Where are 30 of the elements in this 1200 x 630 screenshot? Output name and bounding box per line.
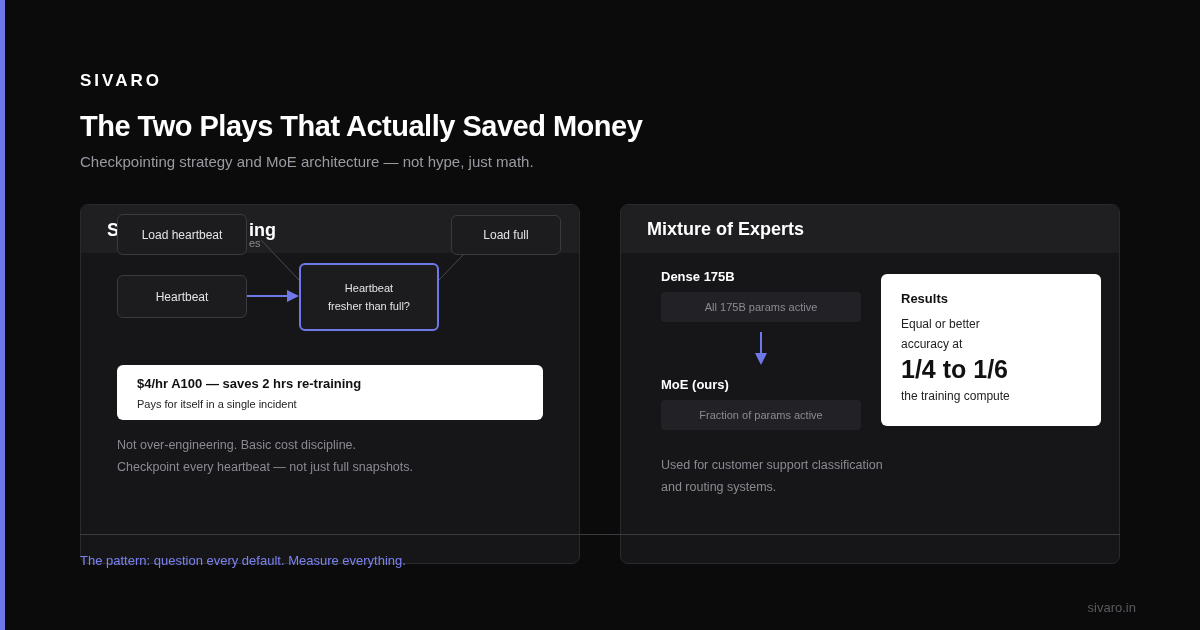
model-name: MoE (ours) [661, 376, 730, 394]
footer-note: The pattern: question every default. Measure everything. [80, 553, 406, 569]
flow-node: Heartbeat fresher than full? [299, 263, 439, 331]
brand-name: SIVARO [80, 70, 163, 92]
model-name: Dense 175B [661, 268, 736, 286]
connector-line [438, 254, 464, 281]
results-title: Results [901, 290, 949, 308]
results-caption: the training compute [901, 388, 1011, 405]
flow-node: Load full [451, 215, 561, 255]
model-detail: All 175B params active [661, 292, 861, 322]
results-highlight: 1/4 to 1/6 [901, 354, 1009, 384]
down-arrow-icon [755, 332, 767, 366]
results-text: accuracy at [901, 336, 964, 353]
connector-line [260, 239, 300, 281]
note-text: and routing systems. [661, 479, 778, 496]
model-detail: Fraction of params active [661, 400, 861, 430]
flow-node: Heartbeat [117, 275, 247, 318]
note-text: Checkpoint every heartbeat — not just full snapshots. [117, 459, 414, 475]
callout-title: $4/hr A100 — saves 2 hrs re-training [137, 375, 363, 393]
flow-arrow [246, 290, 299, 302]
callout-text: Pays for itself in a single incident [137, 397, 298, 412]
page-subtitle: Checkpointing strategy and MoE architecture — not hype, just math. [80, 152, 535, 172]
flow-node: Load heartbeat [117, 214, 247, 255]
note-text: Used for customer support classification [661, 457, 884, 474]
note-text: Not over-engineering. Basic cost discipline. [117, 437, 357, 453]
results-text: Equal or better [901, 316, 981, 333]
card-title: Mixture of Experts [647, 217, 805, 241]
site-url: sivaro.in [1087, 599, 1136, 617]
card-subtitle: es [249, 237, 261, 251]
page-title: The Two Plays That Actually Saved Money [80, 109, 644, 144]
